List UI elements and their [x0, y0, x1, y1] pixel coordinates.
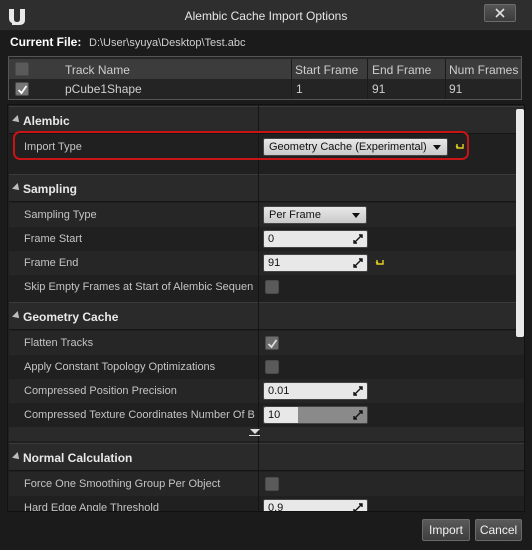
- checkmark-icon: [267, 339, 278, 349]
- texcoord-bits-value: 10: [268, 409, 281, 421]
- window-title: Alembic Cache Import Options: [184, 9, 348, 23]
- section-alembic[interactable]: Alembic: [9, 106, 524, 134]
- texcoord-bits-slider[interactable]: 10: [263, 406, 368, 424]
- close-icon: [495, 8, 505, 18]
- section-title: Normal Calculation: [23, 451, 133, 465]
- header-start-frame[interactable]: Start Frame: [295, 63, 358, 77]
- flatten-tracks-label: Flatten Tracks: [24, 337, 94, 349]
- drag-handle-icon: [353, 258, 363, 268]
- property-row-constant-topology: Apply Constant Topology Optimizations: [9, 355, 524, 379]
- scroll-down-bar: [249, 435, 260, 436]
- current-file-label: Current File:: [10, 35, 82, 49]
- import-type-highlight: [13, 131, 469, 160]
- property-row-smoothing-group: Force One Smoothing Group Per Object: [9, 472, 524, 496]
- frame-end-input[interactable]: 91: [263, 254, 368, 272]
- property-row-position-precision: Compressed Position Precision 0.01: [9, 379, 524, 403]
- more-items-bar[interactable]: [9, 427, 524, 441]
- skip-empty-checkbox[interactable]: [265, 280, 279, 294]
- header-num-frames[interactable]: Num Frames: [449, 63, 518, 77]
- drag-handle-icon: [353, 503, 363, 511]
- options-panel: Alembic Import Type Geometry Cache (Expe…: [7, 104, 525, 512]
- drag-handle-icon: [353, 410, 363, 420]
- property-row-skip-empty: Skip Empty Frames at Start of Alembic Se…: [9, 275, 524, 299]
- drag-handle-icon: [353, 234, 363, 244]
- column-divider[interactable]: [258, 105, 259, 511]
- texcoord-bits-label: Compressed Texture Coordinates Number Of…: [24, 409, 255, 421]
- column-separator: [367, 59, 368, 99]
- section-title: Sampling: [23, 182, 78, 196]
- property-row-flatten-tracks: Flatten Tracks: [9, 331, 524, 355]
- track-name-cell[interactable]: pCube1Shape: [65, 82, 142, 96]
- frame-start-input[interactable]: 0: [263, 230, 368, 248]
- skip-empty-label: Skip Empty Frames at Start of Alembic Se…: [24, 281, 254, 293]
- reset-to-default-icon[interactable]: [375, 258, 385, 268]
- hard-edge-input[interactable]: 0.9: [263, 499, 368, 512]
- frame-start-label: Frame Start: [24, 233, 83, 245]
- scroll-down-arrow-icon[interactable]: [250, 429, 260, 434]
- property-row-sampling-type: Sampling Type Per Frame: [9, 203, 524, 227]
- position-precision-value: 0.01: [268, 385, 290, 397]
- property-row-hard-edge: Hard Edge Angle Threshold 0.9: [9, 496, 524, 512]
- section-geometry-cache[interactable]: Geometry Cache: [9, 302, 524, 330]
- track-end-cell: 91: [372, 82, 386, 96]
- constant-topology-label: Apply Constant Topology Optimizations: [24, 361, 216, 373]
- collapse-arrow-icon: [12, 115, 22, 125]
- smoothing-group-label: Force One Smoothing Group Per Object: [24, 478, 221, 490]
- column-separator: [291, 59, 292, 99]
- sampling-type-dropdown[interactable]: Per Frame: [263, 206, 367, 224]
- checkmark-icon: [17, 85, 28, 95]
- drag-handle-icon: [353, 386, 363, 396]
- track-start-cell: 1: [296, 82, 303, 96]
- header-track-name[interactable]: Track Name: [65, 63, 130, 77]
- collapse-arrow-icon: [12, 183, 22, 193]
- flatten-tracks-checkbox[interactable]: [265, 336, 279, 350]
- select-all-checkbox[interactable]: [15, 62, 29, 76]
- cancel-button[interactable]: Cancel: [475, 519, 522, 541]
- vertical-scrollbar[interactable]: [516, 109, 524, 337]
- section-title: Geometry Cache: [23, 310, 119, 324]
- close-button[interactable]: [484, 4, 516, 22]
- track-num-cell: 91: [449, 82, 463, 96]
- sampling-type-value: Per Frame: [269, 209, 321, 221]
- position-precision-label: Compressed Position Precision: [24, 385, 177, 397]
- frame-end-label: Frame End: [24, 257, 79, 269]
- current-file-path: D:\User\syuya\Desktop\Test.abc: [89, 37, 246, 49]
- sampling-type-label: Sampling Type: [24, 209, 97, 221]
- section-title: Alembic: [23, 114, 70, 128]
- frame-start-value: 0: [268, 233, 275, 245]
- section-sampling[interactable]: Sampling: [9, 174, 524, 202]
- column-separator: [445, 59, 446, 99]
- property-row-frame-start: Frame Start 0: [9, 227, 524, 251]
- header-end-frame[interactable]: End Frame: [372, 63, 431, 77]
- position-precision-input[interactable]: 0.01: [263, 382, 368, 400]
- collapse-arrow-icon: [12, 452, 22, 462]
- frame-end-value: 91: [268, 257, 281, 269]
- smoothing-group-checkbox[interactable]: [265, 477, 279, 491]
- hard-edge-value: 0.9: [268, 502, 284, 512]
- track-row-checkbox[interactable]: [15, 82, 29, 96]
- section-normal-calculation[interactable]: Normal Calculation: [9, 443, 524, 471]
- import-button[interactable]: Import: [422, 519, 470, 541]
- property-row-texcoord-bits: Compressed Texture Coordinates Number Of…: [9, 403, 524, 427]
- collapse-arrow-icon: [12, 311, 22, 321]
- hard-edge-label: Hard Edge Angle Threshold: [24, 502, 159, 512]
- property-row-frame-end: Frame End 91: [9, 251, 524, 275]
- chevron-down-icon: [352, 213, 360, 218]
- constant-topology-checkbox[interactable]: [265, 360, 279, 374]
